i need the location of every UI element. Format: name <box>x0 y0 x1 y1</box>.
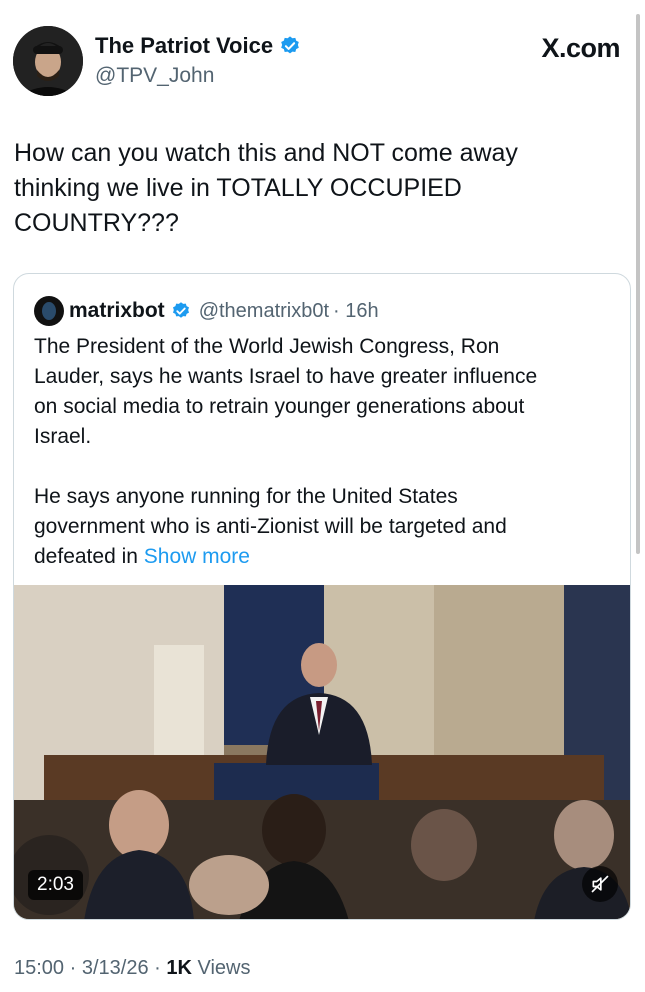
tweet-date[interactable]: · 3/13/26 · <box>70 957 161 979</box>
show-more-link[interactable]: Show more <box>144 545 250 568</box>
quoted-author-avatar[interactable] <box>34 296 64 326</box>
quoted-timestamp[interactable]: · 16h <box>333 300 379 323</box>
verified-badge-icon <box>281 36 299 54</box>
video-frame <box>14 585 630 919</box>
brand-logo: X.com <box>541 33 620 63</box>
quoted-tweet-card[interactable]: matrixbot @thematrixb0t · 16h The Presid… <box>13 273 631 920</box>
quoted-tweet-text: The President of the World Jewish Congre… <box>34 332 619 572</box>
quoted-tweet-body: The President of the World Jewish Congre… <box>34 335 538 568</box>
author-avatar[interactable] <box>13 26 83 96</box>
tweet-time[interactable]: 15:00 <box>14 957 64 979</box>
views-label: Views <box>197 957 251 979</box>
video-player[interactable]: 2:03 <box>14 585 630 919</box>
mute-button[interactable] <box>582 866 618 902</box>
scrollbar[interactable] <box>636 14 640 554</box>
quoted-author-handle[interactable]: @thematrixb0t <box>199 300 329 323</box>
tweet-metadata: 15:00 · 3/13/26 · 1K Views <box>14 957 251 980</box>
tweet-text: How can you watch this and NOT come away… <box>14 139 518 237</box>
views-count: 1K <box>166 957 192 979</box>
video-duration: 2:03 <box>28 870 83 900</box>
quoted-author-name[interactable]: matrixbot <box>69 299 165 323</box>
muted-speaker-icon <box>591 875 609 893</box>
verified-badge-icon <box>172 302 189 318</box>
author-avatar-image <box>13 26 83 96</box>
author-handle[interactable]: @TPV_John <box>95 64 214 88</box>
author-name[interactable]: The Patriot Voice <box>95 33 273 59</box>
